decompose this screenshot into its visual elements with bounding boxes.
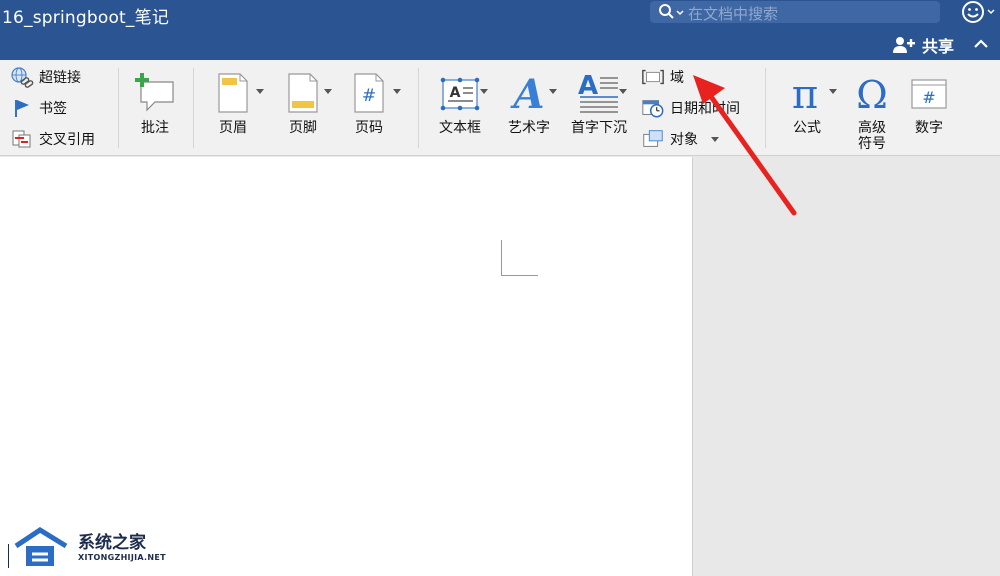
ribbon-separator bbox=[765, 68, 766, 148]
search-box[interactable]: 在文档中搜索 bbox=[650, 1, 940, 23]
svg-text:#: # bbox=[922, 88, 935, 107]
share-bar: 共享 bbox=[0, 30, 1000, 60]
document-page[interactable] bbox=[0, 157, 693, 576]
field-label: 域 bbox=[670, 70, 684, 86]
header-dropdown-arrow[interactable] bbox=[256, 89, 264, 94]
add-person-icon bbox=[893, 37, 915, 53]
object-dropdown-arrow[interactable] bbox=[711, 137, 719, 142]
document-canvas bbox=[0, 157, 1000, 576]
object-icon bbox=[641, 128, 665, 150]
search-icon bbox=[659, 4, 684, 19]
hyperlink-label: 超链接 bbox=[39, 70, 81, 86]
object-label: 对象 bbox=[670, 132, 698, 148]
number-icon: # bbox=[909, 68, 949, 114]
drop-cap-button[interactable]: A 首字下沉 bbox=[568, 68, 630, 136]
pi-icon: π bbox=[787, 68, 827, 114]
equation-dropdown-arrow[interactable] bbox=[829, 89, 837, 94]
cross-reference-label: 交叉引用 bbox=[39, 132, 95, 148]
watermark-url: XITONGZHIJIA.NET bbox=[78, 553, 166, 562]
collapse-ribbon-icon[interactable] bbox=[972, 36, 990, 52]
document-title: 16_springboot_笔记 bbox=[2, 8, 170, 28]
drop-cap-label: 首字下沉 bbox=[571, 120, 627, 136]
page-number-icon: # bbox=[352, 68, 386, 114]
bookmark-label: 书签 bbox=[39, 101, 67, 117]
ribbon-separator bbox=[118, 68, 119, 148]
page-margin-corner-mark bbox=[501, 240, 538, 276]
field-button[interactable]: 域 bbox=[641, 66, 684, 88]
object-button[interactable]: 对象 bbox=[641, 128, 698, 150]
textbox-button[interactable]: A 文本框 bbox=[434, 68, 486, 136]
advanced-symbol-label: 高级 符号 bbox=[858, 120, 886, 152]
page-number-button[interactable]: # 页码 bbox=[346, 68, 392, 136]
footer-dropdown-arrow[interactable] bbox=[324, 89, 332, 94]
footer-icon bbox=[286, 68, 320, 114]
comment-label: 批注 bbox=[141, 120, 169, 136]
omega-icon: Ω bbox=[852, 68, 892, 114]
share-label: 共享 bbox=[922, 37, 955, 56]
search-input[interactable]: 在文档中搜索 bbox=[688, 3, 778, 24]
number-button[interactable]: # 数字 bbox=[906, 68, 952, 136]
add-comment-icon bbox=[133, 68, 177, 114]
cross-reference-icon bbox=[10, 128, 34, 150]
header-label: 页眉 bbox=[219, 120, 247, 136]
drop-cap-dropdown-arrow[interactable] bbox=[619, 89, 627, 94]
share-button[interactable]: 共享 bbox=[892, 34, 954, 56]
page-number-label: 页码 bbox=[355, 120, 383, 136]
wordart-dropdown-arrow[interactable] bbox=[549, 89, 557, 94]
hyperlink-icon bbox=[10, 66, 34, 88]
footer-label: 页脚 bbox=[289, 120, 317, 136]
textbox-label: 文本框 bbox=[439, 120, 481, 136]
date-time-label: 日期和时间 bbox=[670, 101, 740, 117]
ribbon-separator bbox=[418, 68, 419, 148]
house-logo-icon bbox=[8, 527, 68, 568]
footer-button[interactable]: 页脚 bbox=[280, 68, 326, 136]
title-bar: 16_springboot_笔记 在文档中搜索 bbox=[0, 0, 1000, 30]
svg-text:Ω: Ω bbox=[856, 73, 888, 114]
svg-text:#: # bbox=[362, 86, 376, 106]
equation-button[interactable]: π 公式 bbox=[782, 68, 832, 136]
insert-ribbon: 超链接 书签 交叉引用 批注 页眉 页脚 # 页码 A 文本框 A 艺术字 A … bbox=[0, 60, 1000, 156]
word-window: 16_springboot_笔记 在文档中搜索 共享 超链接 书签 交叉引用 批… bbox=[0, 0, 1000, 576]
wordart-button[interactable]: A 艺术字 bbox=[504, 68, 554, 136]
site-watermark-logo: 系统之家 XITONGZHIJIA.NET bbox=[8, 522, 168, 572]
hyperlink-button[interactable]: 超链接 bbox=[10, 66, 81, 88]
number-label: 数字 bbox=[915, 120, 943, 136]
header-button[interactable]: 页眉 bbox=[210, 68, 256, 136]
textbox-icon: A bbox=[439, 68, 481, 114]
calendar-clock-icon bbox=[641, 97, 665, 119]
wordart-icon: A bbox=[509, 68, 549, 114]
watermark-title: 系统之家 bbox=[78, 533, 146, 553]
textbox-dropdown-arrow[interactable] bbox=[480, 89, 488, 94]
ribbon-separator bbox=[193, 68, 194, 148]
svg-text:A: A bbox=[450, 85, 461, 101]
svg-text:A: A bbox=[509, 71, 544, 114]
smiley-feedback-icon[interactable] bbox=[960, 0, 1000, 26]
bookmark-button[interactable]: 书签 bbox=[10, 97, 67, 119]
header-icon bbox=[216, 68, 250, 114]
date-time-button[interactable]: 日期和时间 bbox=[641, 97, 740, 119]
equation-label: 公式 bbox=[793, 120, 821, 136]
comment-button[interactable]: 批注 bbox=[132, 68, 178, 136]
advanced-symbol-button[interactable]: Ω 高级 符号 bbox=[849, 68, 895, 152]
drop-cap-icon: A bbox=[578, 68, 620, 114]
bookmark-flag-icon bbox=[10, 97, 34, 119]
wordart-label: 艺术字 bbox=[508, 120, 550, 136]
page-number-dropdown-arrow[interactable] bbox=[393, 89, 401, 94]
advanced-symbol-label-line1: 高级 bbox=[858, 120, 886, 136]
svg-text:π: π bbox=[792, 72, 818, 114]
field-icon bbox=[641, 66, 665, 88]
cross-reference-button[interactable]: 交叉引用 bbox=[10, 128, 95, 150]
advanced-symbol-label-line2: 符号 bbox=[858, 136, 886, 152]
